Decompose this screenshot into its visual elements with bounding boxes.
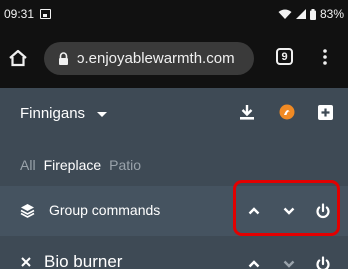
chevron-up-icon	[248, 260, 260, 268]
download-button[interactable]	[237, 102, 257, 122]
flame-logo-icon	[279, 104, 295, 120]
group-commands-label: Group commands	[49, 202, 161, 218]
device-power-button[interactable]	[312, 253, 334, 269]
collapse-icon[interactable]	[20, 256, 32, 268]
notification-icon	[40, 9, 52, 19]
site-selector[interactable]: Finnigans	[20, 105, 108, 122]
layers-icon	[20, 203, 35, 218]
device-header: Bio burner	[20, 252, 122, 269]
home-button[interactable]	[6, 46, 30, 70]
app-header: Finnigans	[0, 88, 348, 136]
caret-down-icon	[97, 111, 108, 117]
battery-percent: 83%	[319, 7, 344, 21]
highlight-annotation	[233, 180, 340, 236]
chevron-down-icon	[283, 260, 295, 268]
url-text: ɔ.enjoyablewarmth.com	[77, 50, 235, 67]
battery-icon	[309, 8, 316, 20]
site-name: Finnigans	[20, 105, 86, 122]
group-commands-header: Group commands	[20, 202, 160, 218]
status-time: 09:31	[4, 7, 35, 21]
brand-logo-button[interactable]	[277, 102, 297, 122]
filter-tabs: All Fireplace Patio	[20, 157, 141, 173]
add-button[interactable]	[315, 102, 335, 122]
tab-fireplace[interactable]: Fireplace	[44, 157, 102, 173]
device-up-button[interactable]	[243, 253, 265, 269]
tab-switcher-button[interactable]: 9	[276, 48, 293, 65]
more-vert-icon	[323, 49, 327, 65]
device-row: Bio burner	[0, 240, 348, 269]
device-name: Bio burner	[44, 252, 123, 269]
status-bar: 09:31 83%	[0, 0, 348, 28]
home-icon	[9, 49, 27, 67]
wifi-icon	[278, 9, 292, 20]
browser-toolbar: ɔ.enjoyablewarmth.com 9	[0, 28, 348, 88]
power-icon	[316, 256, 330, 269]
lock-icon	[57, 52, 69, 66]
overflow-menu-button[interactable]	[318, 46, 332, 68]
add-box-icon	[317, 104, 333, 120]
download-icon	[240, 105, 254, 120]
device-down-button[interactable]	[278, 253, 300, 269]
tab-all[interactable]: All	[20, 157, 36, 173]
tab-patio[interactable]: Patio	[109, 157, 141, 173]
address-bar[interactable]: ɔ.enjoyablewarmth.com	[44, 42, 254, 75]
signal-icon	[295, 9, 306, 19]
